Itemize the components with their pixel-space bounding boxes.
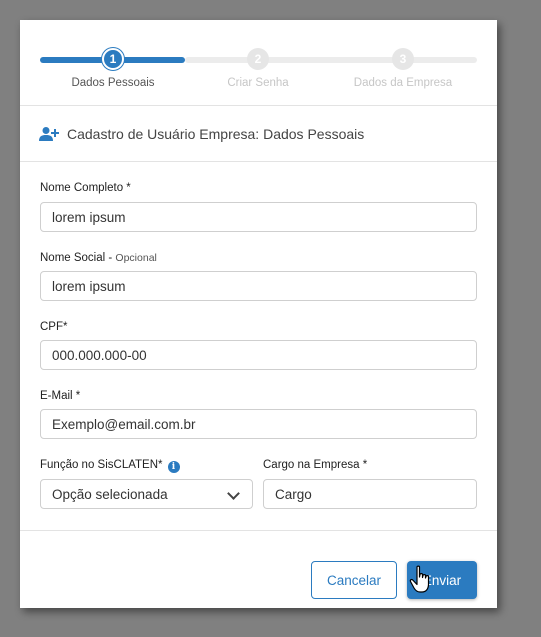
nome-social-input[interactable]: lorem ipsum: [40, 271, 477, 301]
stepper: 1 2 3 Dados Pessoais Criar Senha Dados d…: [20, 20, 497, 106]
funcao-label: Função no SisCLATEN* i: [40, 459, 180, 473]
nome-social-label-text: Nome Social -: [40, 252, 116, 264]
step-1-circle[interactable]: 1: [102, 48, 124, 70]
email-input[interactable]: Exemplo@email.com.br: [40, 409, 477, 439]
step-3-circle[interactable]: 3: [392, 48, 414, 70]
nome-completo-input[interactable]: lorem ipsum: [40, 202, 477, 232]
funcao-select[interactable]: Opção selecionada: [40, 479, 253, 509]
chevron-down-icon: [227, 487, 240, 500]
cpf-input[interactable]: 000.000.000-00: [40, 340, 477, 370]
form-header: Cadastro de Usuário Empresa: Dados Pesso…: [20, 107, 497, 162]
cpf-label: CPF*: [40, 321, 68, 333]
add-user-icon: [39, 127, 59, 141]
email-label: E-Mail *: [40, 390, 81, 402]
nome-completo-label: Nome Completo *: [40, 182, 131, 194]
registration-modal: 1 2 3 Dados Pessoais Criar Senha Dados d…: [20, 20, 497, 608]
form-title: Cadastro de Usuário Empresa: Dados Pesso…: [67, 126, 365, 142]
info-icon[interactable]: i: [167, 461, 180, 473]
step-2-label: Criar Senha: [227, 77, 289, 89]
optional-tag: Opcional: [115, 252, 157, 264]
step-2-circle[interactable]: 2: [247, 48, 269, 70]
step-1-label: Dados Pessoais: [71, 77, 155, 89]
stepper-progress-remaining: [185, 57, 477, 63]
funcao-label-text: Função no SisCLATEN*: [40, 459, 163, 471]
step-3-label: Dados da Empresa: [353, 77, 453, 89]
cancel-button[interactable]: Cancelar: [311, 561, 397, 599]
funcao-selected-value: Opção selecionada: [52, 486, 168, 502]
cargo-input[interactable]: Cargo: [263, 479, 477, 509]
hand-cursor-icon: [409, 565, 430, 593]
nome-social-label: Nome Social - Opcional: [40, 252, 157, 264]
cargo-label: Cargo na Empresa *: [263, 459, 368, 471]
